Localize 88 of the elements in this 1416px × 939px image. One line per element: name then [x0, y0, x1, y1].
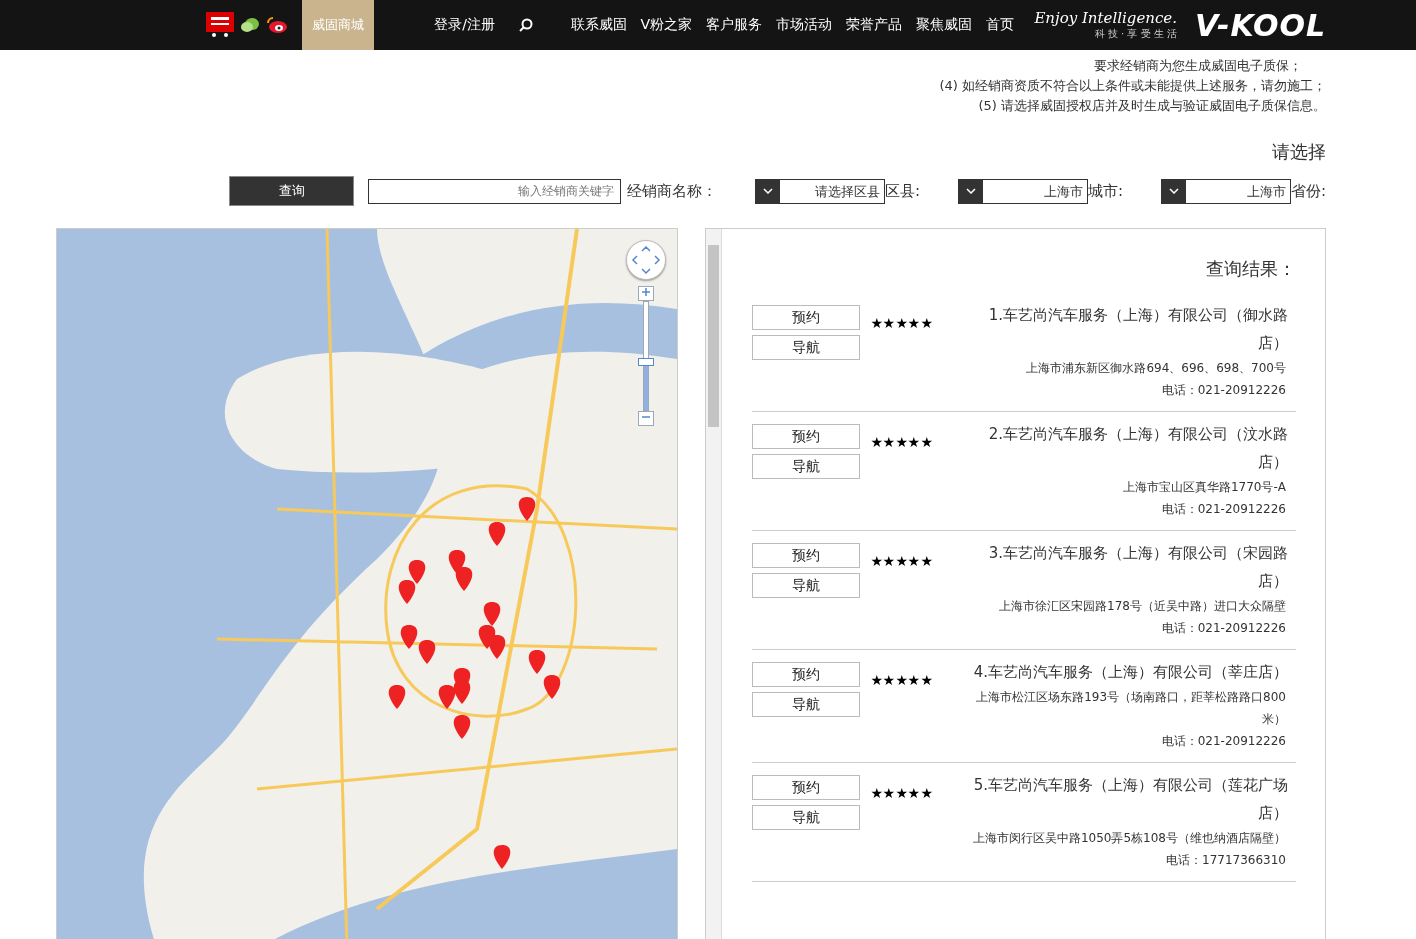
star-icon: ★ — [882, 315, 896, 331]
star-icon: ★ — [907, 553, 921, 569]
star-icon: ★ — [920, 672, 933, 688]
note-text: (4) 如经销商资质不符合以上条件或未能提供上述服务，请勿施工； — [938, 77, 1326, 95]
select-field[interactable]: 请选择区县 — [754, 178, 885, 204]
star-icon: ★ — [895, 434, 908, 450]
nav-link[interactable]: 客户服务 — [706, 16, 763, 34]
note-text: (5) 请选择威固授权店并及时生成与验证威固电子质保信息。 — [977, 97, 1326, 115]
star-icon: ★ — [895, 315, 908, 331]
zoom-slider[interactable] — [638, 301, 654, 411]
star-icon: ★ — [882, 672, 896, 688]
dealer-address: 上海市徐汇区宋园路178号（近吴中路）进口大众隔壁 — [998, 598, 1286, 615]
results-title: 查询结果： — [1205, 257, 1296, 281]
caret-icon — [762, 188, 773, 194]
select-field[interactable]: 上海市 — [957, 178, 1088, 204]
caret-icon — [965, 188, 976, 194]
action-button[interactable]: 预约 — [752, 305, 860, 330]
dealer-input[interactable]: 输入经销商关键字 — [367, 178, 621, 204]
scrollbar[interactable] — [706, 229, 722, 939]
nav-link[interactable]: 聚焦威固 — [916, 16, 973, 34]
star-icon: ★ — [920, 434, 933, 450]
star-icon: ★ — [870, 434, 883, 450]
action-button[interactable]: 导航 — [752, 335, 860, 360]
filter-label: 经销商名称： — [626, 181, 717, 201]
star-icon: ★ — [870, 785, 883, 801]
wechat-icon[interactable] — [240, 16, 261, 34]
filter-label: 省份: — [1290, 181, 1326, 201]
nav-link[interactable]: 首页 — [986, 16, 1015, 34]
dealer-address: 上海市闵行区吴中路1050弄5栋108号（维也纳酒店隔壁） — [971, 830, 1286, 847]
dealer-phone: 电话：021-20912226 — [1160, 501, 1286, 518]
login-link[interactable]: 登录/注册 — [434, 16, 495, 34]
dealer-address: 上海市浦东新区御水路694、696、698、700号 — [1025, 360, 1286, 377]
star-icon: ★ — [907, 315, 921, 331]
note-text: 要求经销商为您生成威固电子质保； — [1093, 57, 1303, 75]
shop-logo-icon[interactable] — [206, 12, 235, 38]
action-button[interactable]: 导航 — [752, 573, 860, 598]
star-icon: ★ — [907, 672, 921, 688]
search-button[interactable]: 查询 — [228, 176, 354, 206]
slider-handle[interactable] — [638, 357, 654, 366]
dealer-name: 3.车艺尚汽车服务（上海）有限公司（宋园路店） — [987, 543, 1288, 592]
dealer-phone: 电话：17717366310 — [1165, 852, 1286, 869]
dealer-address: 上海市松江区场东路193号（场南路口，距莘松路路口800米） — [975, 689, 1286, 728]
slogan: Enjoy Intelligence. — [1034, 9, 1178, 27]
dealer-phone: 电话：021-20912226 — [1160, 733, 1286, 750]
star-icon: ★ — [870, 553, 883, 569]
action-button[interactable]: 预约 — [752, 775, 860, 800]
section-title: 请选择 — [1271, 140, 1326, 164]
star-icon: ★ — [907, 785, 921, 801]
logo[interactable]: V-KOOL — [1195, 7, 1326, 43]
star-icon: ★ — [882, 785, 896, 801]
weibo-icon[interactable] — [266, 16, 289, 34]
star-icon: ★ — [907, 434, 921, 450]
star-icon: ★ — [870, 315, 883, 331]
action-button[interactable]: 导航 — [752, 805, 860, 830]
star-icon: ★ — [895, 785, 908, 801]
action-button[interactable]: 预约 — [752, 424, 860, 449]
dealer-address: 上海市宝山区真华路1770号-A — [1121, 479, 1286, 496]
select-field[interactable]: 上海市 — [1160, 178, 1291, 204]
plus-icon — [641, 287, 651, 297]
star-icon: ★ — [882, 434, 896, 450]
star-icon: ★ — [920, 315, 933, 331]
nav-link[interactable]: V粉之家 — [640, 16, 693, 34]
nav-link[interactable]: 联系威固 — [570, 16, 627, 34]
search-icon[interactable] — [518, 18, 533, 32]
zoom-out-button[interactable] — [638, 411, 654, 426]
star-icon: ★ — [882, 553, 896, 569]
dealer-name: 1.车艺尚汽车服务（上海）有限公司（御水路店） — [987, 305, 1288, 354]
star-icon: ★ — [920, 553, 933, 569]
nav-link[interactable]: 市场活动 — [776, 16, 833, 34]
action-button[interactable]: 预约 — [752, 662, 860, 687]
action-button[interactable]: 导航 — [752, 692, 860, 717]
nav-link[interactable]: 荣誉产品 — [846, 16, 903, 34]
star-icon: ★ — [895, 553, 908, 569]
star-icon: ★ — [920, 785, 933, 801]
filter-label: 区县: — [884, 181, 920, 201]
dealer-phone: 电话：021-20912226 — [1160, 620, 1286, 637]
action-button[interactable]: 导航 — [752, 454, 860, 479]
tagline: 科 技 · 享 受 生 活 — [1093, 27, 1178, 41]
star-icon: ★ — [870, 672, 883, 688]
caret-icon — [1168, 188, 1179, 194]
dealer-name: 2.车艺尚汽车服务（上海）有限公司（汶水路店） — [987, 424, 1288, 473]
filter-label: 城市: — [1087, 181, 1123, 201]
star-icon: ★ — [895, 672, 908, 688]
dealer-name: 4.车艺尚汽车服务（上海）有限公司（莘庄店） — [972, 662, 1288, 683]
zoom-in-button[interactable] — [638, 286, 654, 301]
dealer-phone: 电话：021-20912226 — [1160, 382, 1286, 399]
dealer-name: 5.车艺尚汽车服务（上海）有限公司（莲花广场店） — [972, 775, 1288, 824]
action-button[interactable]: 预约 — [752, 543, 860, 568]
